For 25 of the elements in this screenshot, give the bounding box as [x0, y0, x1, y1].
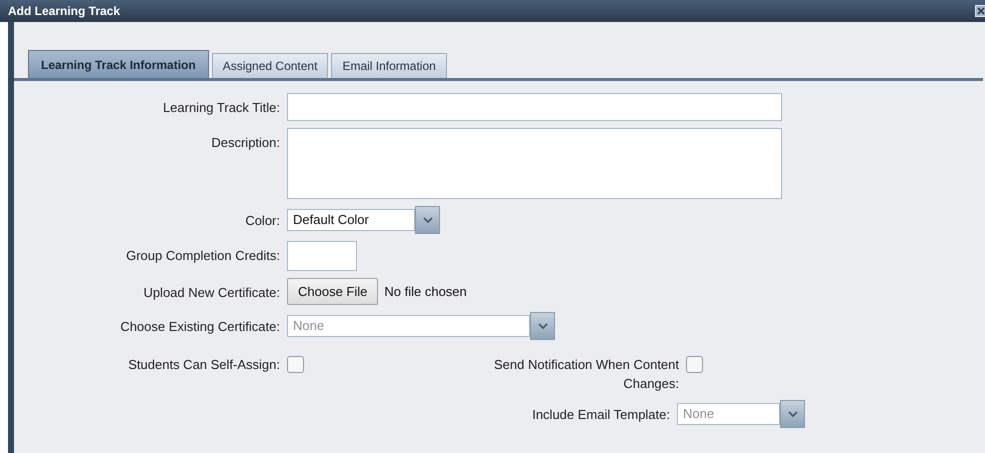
file-status: No file chosen [384, 282, 467, 301]
field-label: Description: [210, 134, 280, 152]
dropdown[interactable]: Default Color [287, 209, 415, 231]
input-field[interactable] [287, 93, 782, 121]
caret-icon[interactable] [530, 312, 555, 340]
field-label: Upload New Certificate: [142, 284, 280, 302]
caret-icon[interactable] [415, 206, 440, 234]
field-label: Color: [244, 212, 280, 230]
input-field[interactable] [287, 241, 357, 271]
field-label: Include Email Template: [531, 406, 670, 424]
caret-icon[interactable] [780, 400, 805, 428]
tab[interactable]: Assigned Content [212, 53, 328, 78]
field-label: Group Completion Credits: [125, 247, 280, 265]
tab[interactable]: Email Information [331, 53, 447, 78]
field-label: Students Can Self-Assign: [127, 356, 280, 374]
window-title: Add Learning Track [8, 3, 120, 20]
choose-file-button[interactable]: Choose File [287, 278, 378, 305]
checkbox[interactable] [686, 356, 703, 373]
tab[interactable]: Learning Track Information [28, 50, 209, 78]
close-icon[interactable] [975, 5, 985, 17]
field-label: Learning Track Title: [162, 99, 280, 117]
checkbox[interactable] [287, 356, 304, 373]
text-area[interactable] [287, 128, 782, 199]
field-label: Send Notification When Content Changes: [493, 356, 679, 393]
field-label: Choose Existing Certificate: [119, 318, 280, 336]
